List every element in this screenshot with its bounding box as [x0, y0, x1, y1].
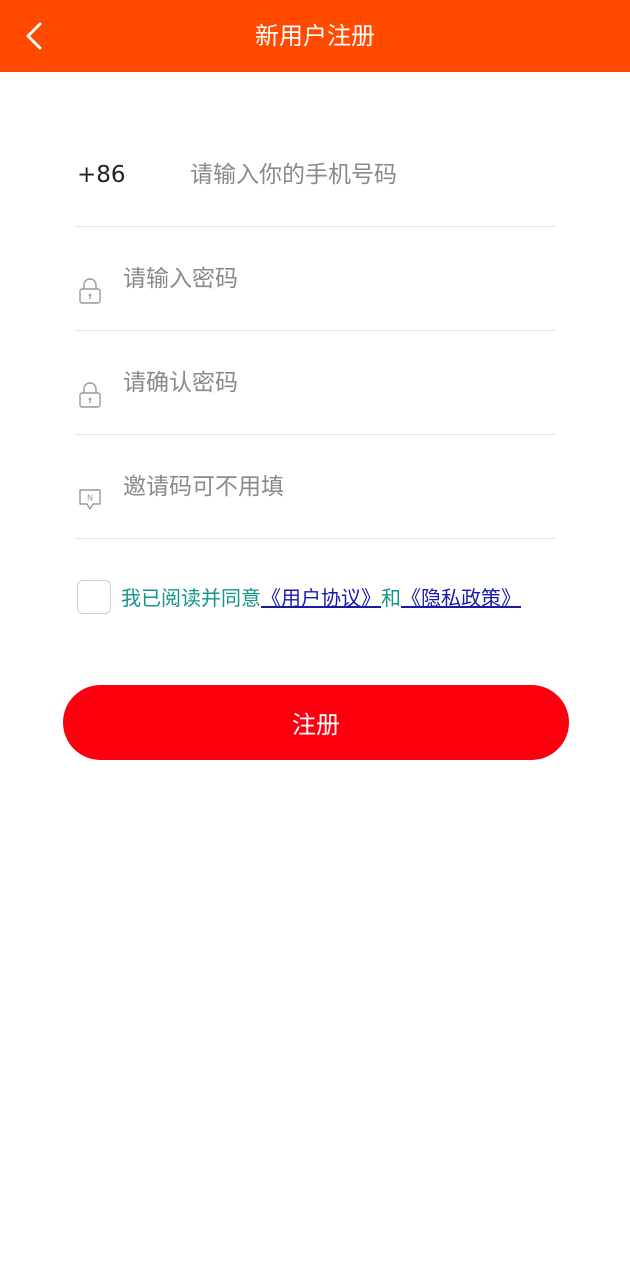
password-input[interactable]	[123, 227, 543, 330]
lock-icon	[79, 382, 101, 408]
agreement-row: 我已阅读并同意《用户协议》和《隐私政策》	[77, 580, 567, 616]
password-field-row	[75, 227, 556, 331]
message-icon: N	[79, 489, 101, 510]
invite-code-field-row: N	[75, 435, 556, 539]
invite-code-input[interactable]	[123, 435, 543, 538]
register-button[interactable]: 注册	[63, 685, 569, 760]
page-title: 新用户注册	[255, 22, 375, 50]
agreement-checkbox[interactable]	[77, 580, 111, 614]
agreement-text: 我已阅读并同意《用户协议》和《隐私政策》	[121, 582, 521, 614]
svg-text:N: N	[87, 494, 93, 503]
lock-icon	[79, 278, 101, 304]
phone-input[interactable]	[190, 123, 550, 226]
user-agreement-link[interactable]: 《用户协议》	[261, 586, 381, 610]
agreement-conjunction: 和	[381, 586, 401, 610]
confirm-password-input[interactable]	[123, 331, 543, 434]
privacy-policy-link[interactable]: 《隐私政策》	[401, 586, 521, 610]
confirm-password-field-row	[75, 331, 556, 435]
top-bar: 新用户注册	[0, 0, 630, 72]
phone-field-row: +86	[75, 123, 556, 227]
country-code: +86	[77, 161, 126, 188]
agreement-prefix: 我已阅读并同意	[121, 586, 261, 610]
